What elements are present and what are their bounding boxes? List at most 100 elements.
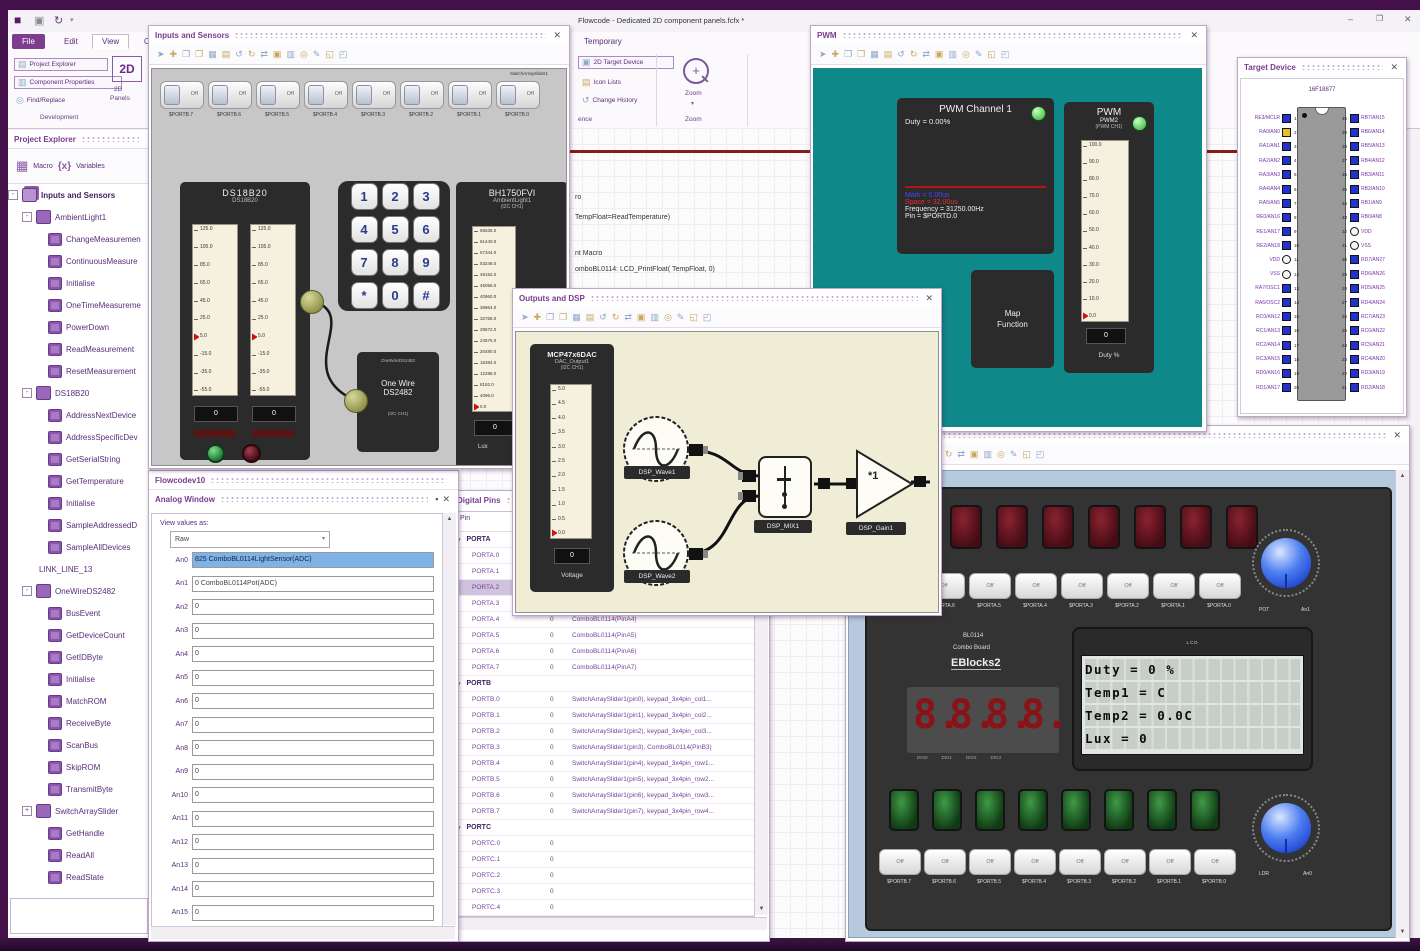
hand-icon[interactable]: ✚ [534,312,542,322]
tree-item[interactable]: Initialise [8,492,150,514]
analog-channel-value[interactable]: 0 [192,669,434,686]
ds18b20-block[interactable]: DS18B20 DS18B20 125.0 105.0 85.0 65.0 45.0 25… [180,182,310,463]
ldr-knob[interactable] [1252,794,1320,862]
ds18b20-scale-2[interactable]: 125.0 105.0 85.0 65.0 45.0 25.0 5.0 -15.0 -35.0 -… [250,224,296,396]
macro-icon[interactable]: ▦ [16,158,28,174]
keypad-key[interactable]: 3 [412,183,440,210]
back-icon[interactable]: ◰ [703,312,712,322]
port-switch-button[interactable]: Off [1059,849,1101,875]
chip-pin[interactable]: 31 VSS [1334,239,1402,253]
tree-item[interactable]: - DS18B20 [8,382,150,404]
port-switch-button[interactable]: Off [1014,849,1056,875]
chip-pin[interactable]: 35 RB2/AN10 [1334,182,1402,196]
chip-pin[interactable]: RA0/AN0 2 [1241,125,1307,139]
analog-channel-value[interactable]: 0 [192,787,434,803]
analog-channel-value[interactable]: 0 [192,763,434,780]
flip-icon[interactable]: ⇄ [957,449,965,459]
analog-channel-value[interactable]: 825 ComboBL0114LightSensor(ADC) [192,552,434,568]
chip-pin[interactable]: 40 RB7/AN15 [1334,111,1402,125]
toggle-switch-body[interactable]: Off [304,81,348,109]
port-switch[interactable]: Off $PORTA.4 [1015,573,1057,609]
keypad-key[interactable]: 5 [381,216,409,243]
chip-pin[interactable]: 28 RD5/AN25 [1334,281,1402,295]
toggle-switch-body[interactable]: Off [496,81,540,109]
tab-edit[interactable]: Edit [54,34,88,49]
chip-pin[interactable]: RA5/AN5 7 [1241,196,1307,210]
port-switch[interactable]: Off $PORTB.3 [1059,849,1101,885]
port-switch-button[interactable]: Off [1061,573,1103,599]
save-icon[interactable]: ▣ [34,14,44,27]
analog-channel-value[interactable]: 0 [192,881,434,897]
keypad-key[interactable]: 4 [350,216,378,243]
tree-item[interactable]: AddressNextDevice [8,404,150,426]
pot-knob[interactable] [1252,529,1320,597]
zoom-button-label[interactable]: Zoom [685,90,702,97]
analog-channel-value[interactable]: 0 [192,810,434,827]
tab-file[interactable]: File [12,34,45,49]
front-icon[interactable]: ◱ [325,49,334,59]
analog-channel-value[interactable]: 0 [192,834,434,850]
icon-lists-button[interactable]: ▤ Icon Lists [582,78,621,87]
toggle-switch[interactable]: Off $PORTB.3 [352,81,396,118]
flip-icon[interactable]: ⇄ [624,312,632,322]
analog-channel-value[interactable]: 0 [192,857,434,874]
tree-item[interactable]: GetHandle [8,822,150,844]
tree-item[interactable]: GetTemperature [8,470,150,492]
analog-channel-value[interactable]: 0 [192,599,434,615]
dsp-wave1-label[interactable]: DSP_Wave1 [624,466,690,479]
rotate-left-icon[interactable]: ↺ [599,312,607,322]
chip-pin[interactable]: 22 RD3/AN19 [1334,366,1402,380]
chip-pin[interactable]: 34 RB1/AN9 [1334,196,1402,210]
tree-expander-icon[interactable]: + [22,806,32,816]
copy-icon[interactable]: ❐ [844,49,852,59]
dac-scale[interactable]: 5.0 4.5 4.0 3.5 3.0 2.5 2.0 1.5 1.0 0.5 0.0 [550,384,592,539]
back-icon[interactable]: ◰ [1001,49,1010,59]
bh1750-value[interactable]: 0 [474,420,516,436]
port-switch[interactable]: Off $PORTB.0 [1194,849,1236,885]
port-switch-button[interactable]: Off [969,849,1011,875]
tree-item[interactable]: GetDeviceCount [8,624,150,646]
port-switch-button[interactable]: Off [1153,573,1195,599]
pencil-icon[interactable]: ✎ [975,49,983,59]
ds18b20-value-1[interactable]: 0 [194,406,238,422]
panel-close-icon[interactable]: ✕ [440,494,452,505]
chip-pin[interactable]: RA4/AN4 6 [1241,182,1307,196]
tree-item[interactable]: Initialise [8,668,150,690]
tree-item[interactable]: BusEvent [8,602,150,624]
onewire-connector-icon[interactable] [300,290,324,314]
chart-icon[interactable]: ▥ [983,449,992,459]
analog-channel-value[interactable]: 0 [192,646,434,662]
pencil-icon[interactable]: ✎ [1010,449,1018,459]
port-switch[interactable]: Off $PORTA.1 [1153,573,1195,609]
digital-pin-row[interactable]: PORTB.3 0 SwitchArraySlider1(pin3), Comb… [454,740,754,756]
panel-close-icon[interactable]: ✕ [1391,430,1403,441]
toggle-switch[interactable]: Off $PORTB.2 [400,81,444,118]
undo-icon[interactable]: ↻ [54,14,63,27]
tab-temporary[interactable]: Temporary [574,34,632,49]
tree-item[interactable]: OneTimeMeasureme [8,294,150,316]
copy-icon[interactable]: ❐ [546,312,554,322]
pwm-duty-scale[interactable]: 100.0 90.0 80.0 70.0 60.0 50.0 40.0 30.0 20.0 10.… [1081,140,1129,322]
tree-item[interactable]: ContinuousMeasure [8,250,150,272]
keypad-key[interactable]: 1 [350,183,378,210]
tree-item[interactable]: ReadAll [8,844,150,866]
dsp-mix-label[interactable]: DSP_MIX1 [754,520,812,533]
analog-channel-value[interactable]: 0 [192,740,434,756]
paste-icon[interactable]: ❒ [857,49,865,59]
keypad-key[interactable]: * [350,282,378,309]
chip-pin[interactable]: 29 RD6/AN26 [1334,267,1402,281]
minimize-button[interactable]: – [1348,14,1353,24]
tree-item[interactable]: GetIDByte [8,646,150,668]
project-explorer-button[interactable]: ▤ Project Explorer [14,58,108,71]
tree-item[interactable]: TransmitByte [8,778,150,800]
chip-pin[interactable]: VSS 12 [1241,267,1307,281]
pencil-icon[interactable]: ✎ [313,49,321,59]
gauge-icon[interactable]: ◎ [300,49,308,59]
port-switch-button[interactable]: Off [1107,573,1149,599]
panel-close-icon[interactable]: ✕ [1188,30,1200,41]
tree-item[interactable]: GetSerialString [8,448,150,470]
flip-icon[interactable]: ⇄ [922,49,930,59]
chip-pin[interactable]: 37 RB4/AN12 [1334,154,1402,168]
ds18b20-scale-1[interactable]: 125.0 105.0 85.0 65.0 45.0 25.0 5.0 -15.0 -35.0 -… [192,224,238,396]
dsp-mix-block[interactable] [758,456,812,518]
